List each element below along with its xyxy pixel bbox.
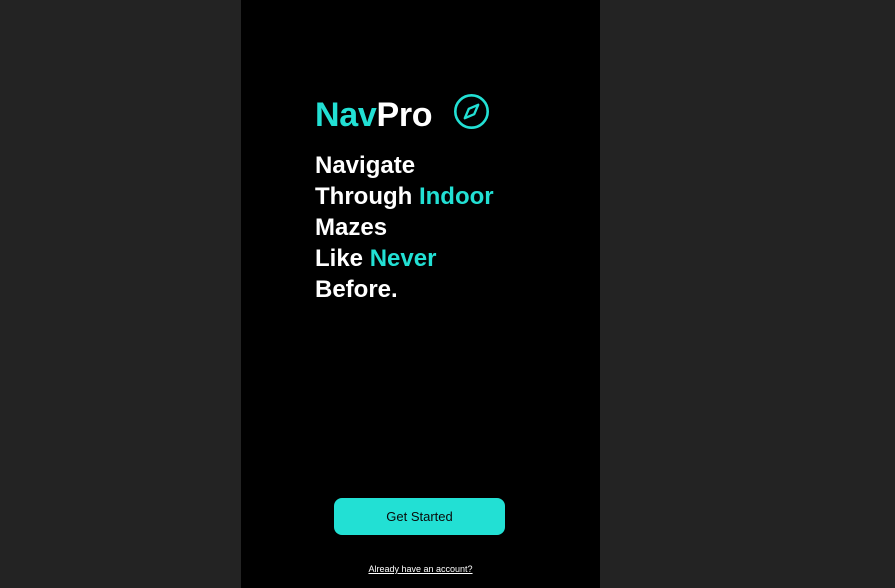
tagline-line-3: Mazes [315, 214, 388, 241]
app-logo-text: Nav Pro [315, 95, 433, 135]
tagline-line-2: Through Indoor [315, 183, 494, 210]
tagline: Navigate Through Indoor Mazes Like Never… [315, 150, 494, 305]
tagline-highlight-indoor: Indoor [418, 183, 494, 210]
tagline-highlight-never: Never [369, 245, 437, 272]
app-screen: Nav Pro Navigate Through Indoor Mazes Lik… [241, 0, 600, 588]
get-started-button[interactable]: Get Started [334, 498, 505, 535]
tagline-line-1: Navigate [315, 152, 416, 179]
brand-name-nav: Nav [315, 96, 377, 134]
tagline-line-4: Like Never [315, 245, 437, 272]
compass-icon [453, 93, 490, 130]
already-have-account-link[interactable]: Already have an account? [241, 564, 600, 574]
tagline-line-5: Before. [315, 276, 398, 303]
viewport-background: Nav Pro Navigate Through Indoor Mazes Lik… [0, 0, 895, 588]
brand-name-pro: Pro [376, 96, 433, 134]
